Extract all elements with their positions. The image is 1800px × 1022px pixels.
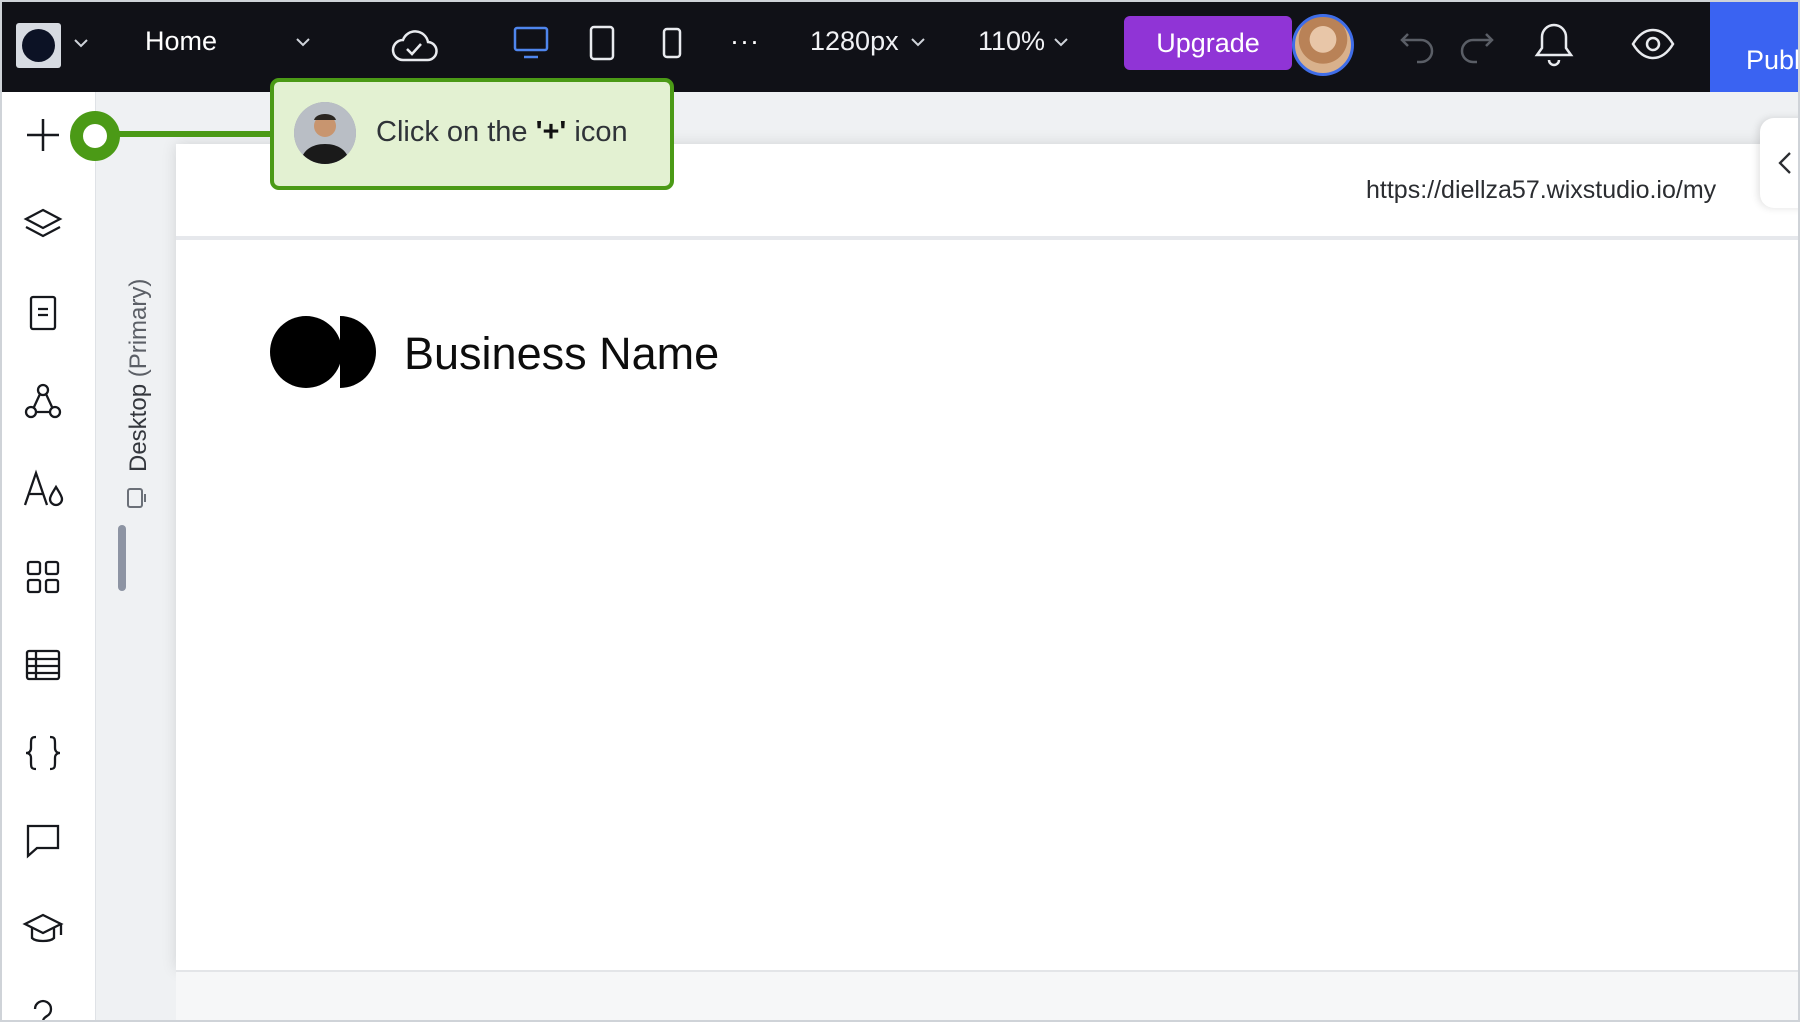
site-url: https://diellza57.wixstudio.io/my [1366,176,1717,204]
page-selector[interactable]: Home [145,26,217,57]
instructor-avatar [294,102,356,164]
layers-icon[interactable] [22,204,64,246]
preview-eye-icon[interactable] [1630,26,1676,67]
apps-icon[interactable] [22,556,64,598]
breakpoint-label[interactable]: Desktop (Primary) [125,242,155,472]
code-icon[interactable] [22,732,64,774]
breakpoint-strip [96,92,176,1020]
chevron-down-icon[interactable] [74,39,88,48]
cloud-saved-icon[interactable] [390,24,438,71]
left-toolbar [2,92,96,1020]
page-chevron-icon[interactable] [296,38,310,47]
undo-icon[interactable] [1398,24,1438,69]
comments-icon[interactable] [22,820,64,862]
desktop-view-icon[interactable] [512,24,550,67]
add-icon[interactable] [22,114,64,156]
next-section-preview [176,970,1798,1020]
breakpoint-scroll-handle[interactable] [118,525,126,591]
help-icon[interactable] [22,992,64,1020]
publish-button[interactable]: Publ [1710,2,1798,92]
tutorial-connector-line [118,131,272,137]
right-panel-toggle[interactable] [1760,118,1798,208]
more-icon[interactable]: ··· [730,26,760,57]
pages-icon[interactable] [22,292,64,334]
tablet-view-icon[interactable] [587,24,617,67]
breakpoint-qualifier: (Primary) [125,278,152,378]
breakpoint-device-icon [125,486,149,515]
canvas-width-value[interactable]: 1280px [810,26,899,57]
connections-icon[interactable] [22,380,64,422]
business-name-text[interactable]: Business Name [404,328,719,380]
page-canvas[interactable]: https://diellza57.wixstudio.io/my Busine… [176,144,1798,970]
mobile-view-icon[interactable] [660,26,684,65]
tutorial-instruction: Click on the '+' icon [376,116,628,148]
upgrade-button[interactable]: Upgrade [1124,16,1292,70]
business-logo-icon[interactable] [270,316,380,388]
chevron-left-icon [1778,152,1791,174]
cms-table-icon[interactable] [22,644,64,686]
breakpoint-name: Desktop [125,383,152,472]
notifications-bell-icon[interactable] [1532,20,1576,73]
user-avatar[interactable] [1292,14,1354,76]
tutorial-callout: Click on the '+' icon [270,78,674,190]
zoom-chevron-icon[interactable] [1054,38,1068,47]
theme-icon[interactable] [22,468,64,510]
top-bar: Home ··· 1280px 110% Upgrade Publ [2,2,1798,92]
redo-icon[interactable] [1456,24,1496,69]
width-chevron-icon[interactable] [911,38,925,47]
learn-icon[interactable] [22,908,64,950]
tutorial-hotspot[interactable] [70,111,120,161]
editor-window: Home ··· 1280px 110% Upgrade Publ Deskto… [0,0,1800,1022]
site-logo-icon[interactable] [16,23,61,68]
zoom-value[interactable]: 110% [978,26,1045,57]
